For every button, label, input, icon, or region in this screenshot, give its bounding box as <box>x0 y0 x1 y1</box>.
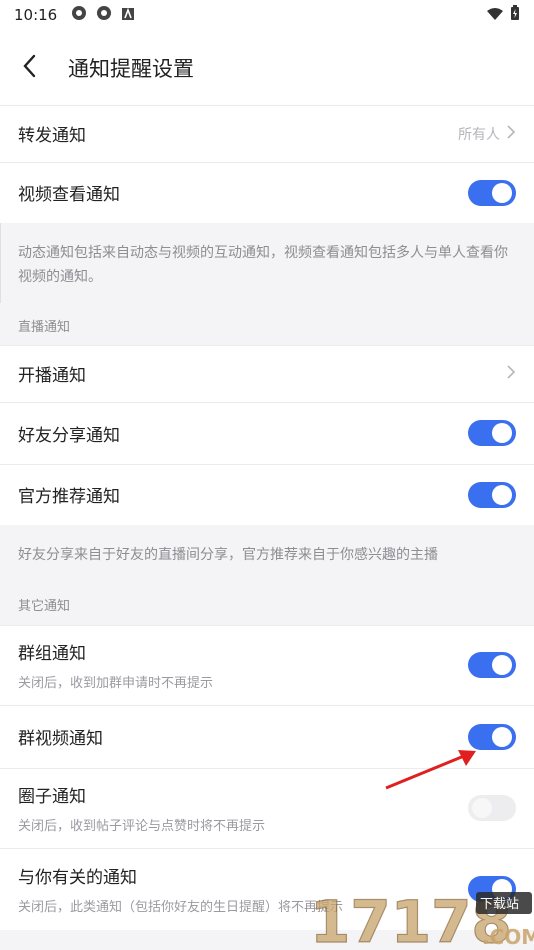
watermark-badge: 下载站 <box>480 897 519 912</box>
row-group-notification: 群组通知 关闭后，收到加群申请时不再提示 <box>0 625 534 705</box>
toggle-knob <box>492 423 512 443</box>
divider <box>0 625 534 626</box>
row-label: 开播通知 <box>18 366 86 386</box>
toggle-knob <box>492 484 512 505</box>
row-right <box>468 795 516 821</box>
live-section-heading: 直播通知 <box>18 320 71 335</box>
official-recommend-toggle[interactable] <box>468 481 516 508</box>
back-button[interactable] <box>0 38 60 98</box>
row-label: 好友分享通知 <box>18 425 120 446</box>
row-right <box>468 652 516 678</box>
chevron-right-icon <box>506 364 516 384</box>
other-section-heading: 其它通知 <box>18 599 71 614</box>
row-description: 关闭后，此类通知（包括你好友的生日提醒）将不再提示 <box>18 900 344 915</box>
app-icon <box>96 5 112 25</box>
live-notification-note: 好友分享来自于好友的直播间分享，官方推荐来自于你感兴趣的主播 <box>18 547 438 563</box>
row-right <box>468 481 516 508</box>
row-description: 关闭后，收到帖子评论与点赞时将不再提示 <box>18 819 266 834</box>
row-right <box>468 179 516 206</box>
divider <box>0 105 534 106</box>
row-label: 与你有关的通知 <box>18 868 137 888</box>
divider <box>0 162 534 163</box>
video-view-toggle[interactable] <box>468 179 516 206</box>
back-arrow-icon <box>20 53 40 83</box>
status-time: 10:16 <box>14 6 58 24</box>
circle-notification-toggle[interactable] <box>468 795 516 821</box>
friend-share-toggle[interactable] <box>468 420 516 446</box>
row-text: 群组通知 关闭后，收到加群申请时不再提示 <box>18 639 213 691</box>
toggle-knob <box>492 655 512 675</box>
row-right <box>468 420 516 446</box>
row-right: 所有人 <box>458 124 516 144</box>
watermark-logo: 17178 下载站 .COM <box>310 888 534 950</box>
row-text: 与你有关的通知 关闭后，此类通知（包括你好友的生日提醒）将不再提示 <box>18 863 343 915</box>
row-friend-share-notification: 好友分享通知 <box>0 402 534 464</box>
row-label: 视频查看通知 <box>18 185 120 205</box>
status-icons-left <box>71 5 135 25</box>
annotation-arrow-icon <box>385 750 476 790</box>
group-notification-toggle[interactable] <box>468 652 516 678</box>
row-official-recommend-notification: 官方推荐通知 <box>0 464 534 525</box>
row-right <box>506 364 516 384</box>
row-label: 群视频通知 <box>18 729 103 749</box>
page-title: 通知提醒设置 <box>68 56 194 81</box>
divider <box>0 402 534 403</box>
a-icon <box>121 6 135 25</box>
divider <box>0 345 534 346</box>
row-label: 转发通知 <box>18 126 86 146</box>
toggle-knob <box>472 798 492 818</box>
battery-charging-icon <box>510 5 520 25</box>
forward-scope-value: 所有人 <box>458 126 500 143</box>
watermark-sub: .COM <box>482 925 534 949</box>
row-forward-notification[interactable]: 转发通知 所有人 <box>0 105 534 162</box>
toggle-knob <box>492 726 512 747</box>
dynamic-notification-note: 动态通知包括来自动态与视频的互动通知，视频查看通知包括多人与单人查看你视频的通知… <box>18 245 508 285</box>
row-description: 关闭后，收到加群申请时不再提示 <box>18 676 214 691</box>
divider <box>0 848 534 849</box>
row-live-start-notification[interactable]: 开播通知 <box>0 345 534 402</box>
status-icons-right <box>486 5 520 25</box>
row-label: 圈子通知 <box>18 787 86 807</box>
page-header: 通知提醒设置 <box>0 30 534 105</box>
chevron-right-icon <box>506 124 516 144</box>
divider <box>0 464 534 465</box>
row-video-view-notification: 视频查看通知 <box>0 162 534 223</box>
row-label: 群组通知 <box>18 644 86 664</box>
row-text: 圈子通知 关闭后，收到帖子评论与点赞时将不再提示 <box>18 782 265 834</box>
status-bar: 10:16 <box>0 0 534 30</box>
divider <box>0 705 534 706</box>
app-icon <box>71 5 87 25</box>
wifi-icon <box>486 6 504 25</box>
row-label: 官方推荐通知 <box>18 487 120 507</box>
toggle-knob <box>492 182 512 203</box>
